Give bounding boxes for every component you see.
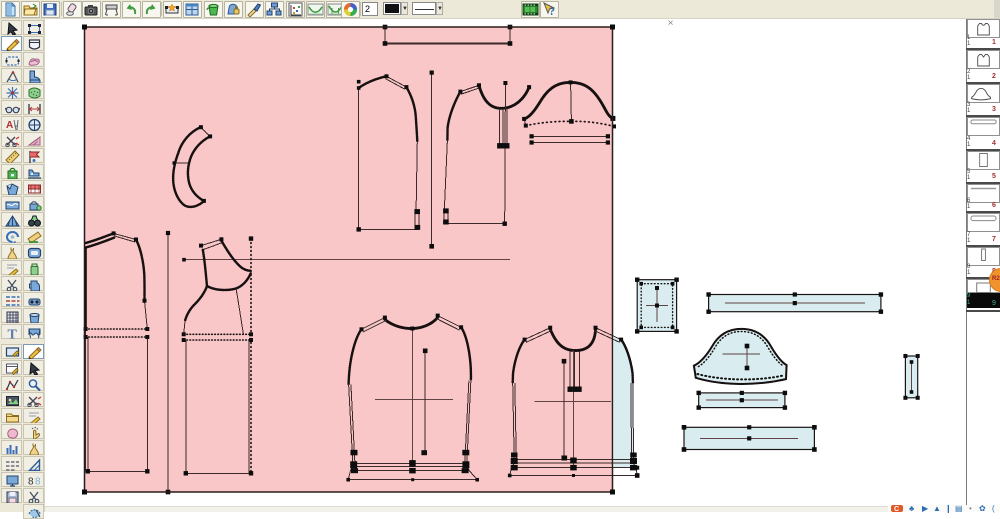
svg-text:?: ? xyxy=(549,4,555,17)
svg-text:8: 8 xyxy=(28,477,34,488)
svg-text:8: 8 xyxy=(35,477,41,488)
svg-text:T: T xyxy=(8,328,18,340)
svg-text:A: A xyxy=(6,120,13,131)
svg-text:×: × xyxy=(668,19,674,29)
